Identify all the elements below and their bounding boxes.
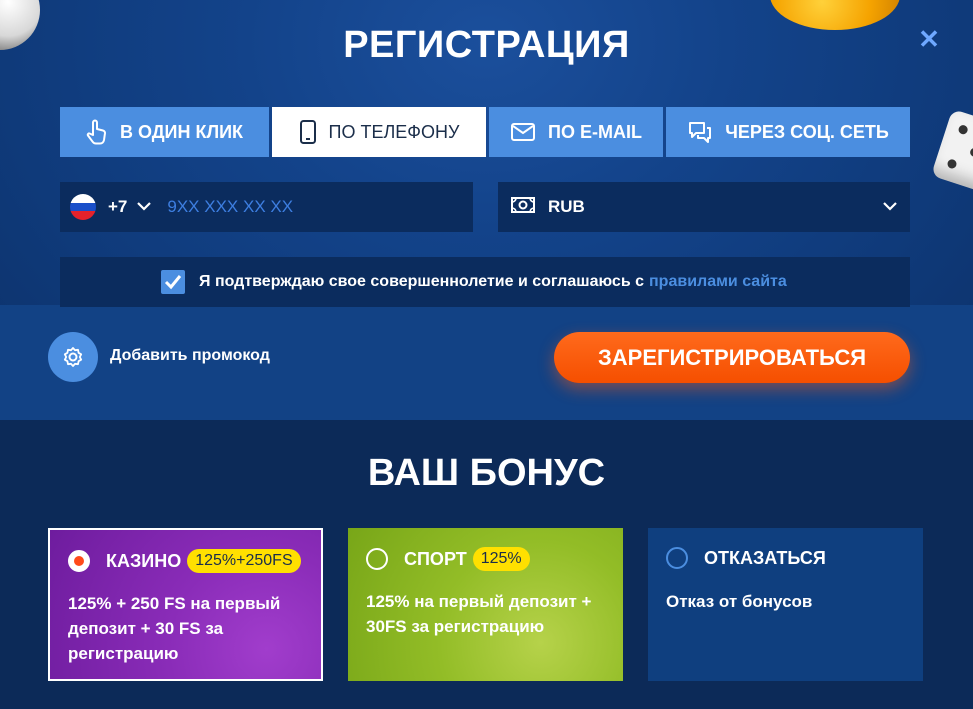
- radio-unselected[interactable]: [666, 547, 688, 569]
- bonus-name: СПОРТ: [404, 548, 467, 569]
- chevron-down-icon[interactable]: [137, 198, 152, 216]
- add-promo-code-link[interactable]: Добавить промокод: [110, 347, 270, 365]
- dice-decoration: [930, 108, 973, 198]
- bonus-badge: 125%: [472, 547, 530, 571]
- phone-field: +7: [60, 182, 473, 232]
- agreement-text: Я подтверждаю свое совершеннолетие и сог…: [199, 273, 645, 290]
- tab-by-email[interactable]: ПО E-MAIL: [489, 107, 663, 157]
- gear-icon[interactable]: [48, 332, 98, 382]
- close-icon[interactable]: ✕: [916, 26, 942, 52]
- card-header: ОТКАЗАТЬСЯ: [666, 547, 826, 569]
- card-header: КАЗИНО 125%+250FS: [68, 549, 301, 573]
- country-code[interactable]: +7: [108, 197, 127, 217]
- bonus-badge: 125%+250FS: [187, 549, 301, 573]
- tab-label: В ОДИН КЛИК: [119, 121, 244, 142]
- tab-label: ПО E-MAIL: [548, 121, 642, 142]
- bonus-title: ВАШ БОНУС: [367, 452, 606, 494]
- chevron-down-icon: [882, 199, 898, 217]
- card-header: СПОРТ 125%: [366, 547, 530, 571]
- tab-label: ПО ТЕЛЕФОНУ: [328, 121, 460, 142]
- register-button[interactable]: ЗАРЕГИСТРИРОВАТЬСЯ: [554, 332, 910, 383]
- page-title: РЕГИСТРАЦИЯ: [343, 24, 630, 66]
- bonus-option-decline[interactable]: ОТКАЗАТЬСЯ Отказ от бонусов: [648, 528, 923, 681]
- currency-select[interactable]: RUB: [498, 182, 910, 232]
- tab-label: ЧЕРЕЗ СОЦ. СЕТЬ: [725, 121, 889, 142]
- site-rules-link[interactable]: правилами сайта: [649, 273, 787, 291]
- currency-value: RUB: [548, 197, 585, 216]
- bonus-description: Отказ от бонусов: [666, 592, 813, 611]
- agreement-row: Я подтверждаю свое совершеннолетие и сог…: [60, 257, 910, 307]
- bonus-description: 125% на первый депозит + 30FS за регистр…: [366, 592, 592, 636]
- russia-flag-icon[interactable]: [70, 194, 96, 220]
- agreement-checkbox[interactable]: [161, 270, 185, 294]
- phone-input[interactable]: [165, 196, 430, 218]
- radio-unselected[interactable]: [366, 548, 388, 570]
- tab-by-phone[interactable]: ПО ТЕЛЕФОНУ: [272, 107, 486, 157]
- bonus-name: ОТКАЗАТЬСЯ: [704, 547, 826, 568]
- bonus-name: КАЗИНО: [106, 550, 182, 571]
- checkmark-icon: [164, 275, 182, 290]
- tab-social-network[interactable]: ЧЕРЕЗ СОЦ. СЕТЬ: [666, 107, 910, 157]
- tab-one-click[interactable]: В ОДИН КЛИК: [60, 107, 269, 157]
- hand-pointer-icon: [86, 119, 108, 145]
- phone-icon: [299, 119, 317, 145]
- envelope-icon: [510, 122, 536, 142]
- radio-selected[interactable]: [68, 550, 90, 572]
- bonus-option-sport[interactable]: СПОРТ 125% 125% на первый депозит + 30FS…: [348, 528, 623, 681]
- chat-bubbles-icon: [687, 120, 713, 144]
- money-icon: [510, 195, 536, 220]
- bonus-option-casino[interactable]: КАЗИНО 125%+250FS 125% + 250 FS на первы…: [48, 528, 323, 681]
- bonus-description: 125% + 250 FS на первый депозит + 30 FS …: [68, 594, 281, 663]
